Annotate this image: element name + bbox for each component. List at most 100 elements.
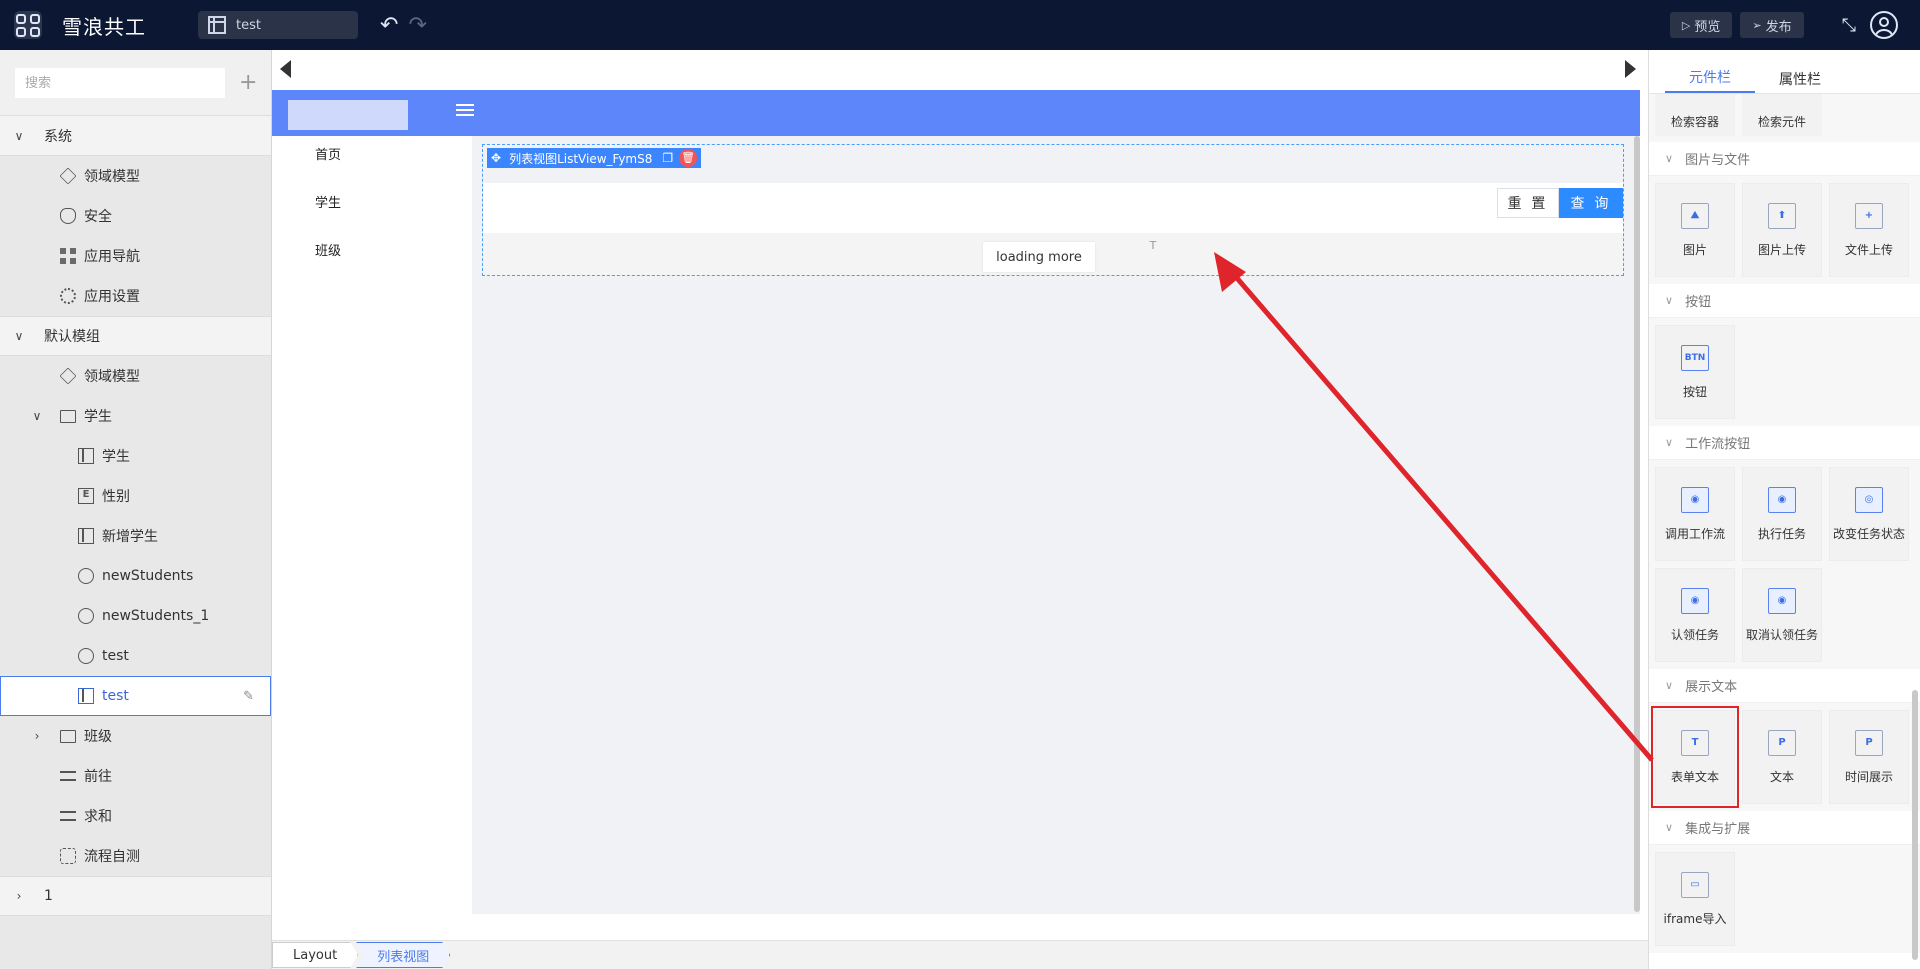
listview-toolbar: ✥ 列表视图ListView_FymS8 ❐ 🗑 (487, 148, 702, 168)
chevron-down-icon: ∨ (14, 329, 24, 343)
top-bar: 雪浪共工 test ↶ ↷ ▷ 预览 ➢ 发布 ⤡ (0, 0, 1920, 50)
tree-item-flow-test[interactable]: 流程自测 (0, 836, 271, 876)
tree-item-add-student[interactable]: 新增学生 (0, 516, 271, 556)
component-execute-task[interactable]: ◉ 执行任务 (1742, 467, 1822, 561)
group-workflow-button[interactable]: ∨ 工作流按钮 (1649, 426, 1920, 460)
tree-item-gender-enum[interactable]: E 性别 (0, 476, 271, 516)
tree-group-default-module[interactable]: ∨ 默认模组 (0, 316, 271, 356)
component-label: 执行任务 (1757, 526, 1806, 541)
component-iframe[interactable]: ▭ iframe导入 (1655, 852, 1735, 946)
apps-grid-icon[interactable] (14, 11, 42, 39)
group-button-grid: BTN 按钮 (1649, 318, 1920, 426)
component-call-workflow[interactable]: ◉ 调用工作流 (1655, 467, 1735, 561)
component-form-text[interactable]: T 表单文本 (1651, 706, 1739, 808)
tab-components[interactable]: 元件栏 (1665, 67, 1755, 93)
tree-item-app-settings[interactable]: 应用设置 (0, 276, 271, 316)
side-menu-student[interactable]: 学生 (272, 184, 472, 232)
tree-search-input[interactable] (15, 67, 225, 98)
tree-item-newstudents-1[interactable]: newStudents_1 (0, 596, 271, 636)
tree-item-sum[interactable]: 求和 (0, 796, 271, 836)
tree-group-1[interactable]: › 1 (0, 876, 271, 916)
tree-item-domain-model[interactable]: 领域模型 (0, 156, 271, 196)
reset-button[interactable]: 重 置 (1497, 188, 1559, 218)
component-search-element[interactable]: 检索元件 (1742, 94, 1822, 136)
tree-item-label: newStudents (102, 568, 194, 584)
tree-item-test-logic[interactable]: test (0, 636, 271, 676)
side-menu-class[interactable]: 班级 (272, 232, 472, 280)
loading-more-tooltip: loading more (983, 242, 1095, 272)
component-image-upload[interactable]: ⬆ 图片上传 (1742, 183, 1822, 277)
tree-item-app-nav[interactable]: 应用导航 (0, 236, 271, 276)
component-text[interactable]: P 文本 (1742, 710, 1822, 804)
component-file-upload[interactable]: + 文件上传 (1829, 183, 1909, 277)
group-integration[interactable]: ∨ 集成与扩展 (1649, 811, 1920, 845)
component-label: 文本 (1769, 769, 1794, 784)
tree-folder-class[interactable]: › 班级 (0, 716, 271, 756)
tree-item-goto[interactable]: 前往 (0, 756, 271, 796)
chevron-right-icon: › (34, 729, 40, 743)
tree-group-label: 默认模组 (44, 329, 100, 345)
preview-button[interactable]: ▷ 预览 (1669, 12, 1733, 38)
tree-item-module-domain-model[interactable]: 领域模型 (0, 356, 271, 396)
workflow-icon: ◉ (1768, 587, 1796, 614)
workflow-icon: ◉ (1768, 486, 1796, 513)
listview-component[interactable]: ✥ 列表视图ListView_FymS8 ❐ 🗑 重 置 查 询 T 数据内容区… (482, 144, 1624, 276)
component-image[interactable]: ⛰ 图片 (1655, 183, 1735, 277)
scroll-left-icon[interactable] (280, 60, 291, 78)
component-time-display[interactable]: P 时间展示 (1829, 710, 1909, 804)
form-text-icon: T (1681, 729, 1709, 756)
chevron-right-icon: › (16, 889, 22, 903)
component-change-task-status[interactable]: ◎ 改变任务状态 (1829, 467, 1909, 561)
tree-item-security[interactable]: 安全 (0, 196, 271, 236)
query-button[interactable]: 查 询 (1559, 188, 1623, 218)
publish-button[interactable]: ➢ 发布 (1740, 12, 1804, 38)
page-tab[interactable]: test (198, 11, 358, 39)
preview-side-menu: 首页 学生 班级 (272, 136, 472, 914)
edit-pencil-icon[interactable]: ✎ (243, 689, 254, 704)
publish-label: 发布 (1765, 19, 1792, 35)
delete-icon[interactable]: 🗑 (679, 149, 698, 167)
component-label: 取消认领任务 (1745, 627, 1818, 642)
scroll-right-icon[interactable] (1625, 60, 1636, 78)
move-icon[interactable]: ✥ (491, 151, 501, 165)
breadcrumb: Layout 列表视图 (272, 940, 1648, 969)
component-button[interactable]: BTN 按钮 (1655, 325, 1735, 419)
redo-icon[interactable]: ↷ (408, 13, 426, 38)
cube-icon (59, 167, 77, 185)
undo-icon[interactable]: ↶ (380, 13, 398, 38)
tree-item-student-page[interactable]: 学生 (0, 436, 271, 476)
tree-item-label: 前往 (84, 769, 112, 785)
canvas-scrollbar[interactable] (1634, 136, 1640, 912)
tree-group-system[interactable]: ∨ 系统 (0, 116, 271, 156)
component-label: 改变任务状态 (1832, 526, 1905, 541)
group-button[interactable]: ∨ 按钮 (1649, 284, 1920, 318)
left-tree-panel: + ∨ 系统 领域模型 安全 应用导航 应用设置 ∨ 默认模组 领域模型 ∨ 学… (0, 50, 272, 969)
group-display-text[interactable]: ∨ 展示文本 (1649, 669, 1920, 703)
breadcrumb-layout[interactable]: Layout (272, 942, 358, 968)
component-claim-task[interactable]: ◉ 认领任务 (1655, 568, 1735, 662)
tree-item-test-page-selected[interactable]: test ✎ (0, 676, 271, 716)
brand-title: 雪浪共工 (62, 14, 146, 39)
tree-folder-student[interactable]: ∨ 学生 (0, 396, 271, 436)
component-unclaim-task[interactable]: ◉ 取消认领任务 (1742, 568, 1822, 662)
collapse-icon[interactable]: ⤡ (1842, 15, 1856, 36)
panel-scrollbar[interactable] (1912, 690, 1918, 960)
tree-item-label: 应用设置 (84, 289, 140, 305)
side-menu-home[interactable]: 首页 (272, 136, 472, 184)
tree-item-newstudents[interactable]: newStudents (0, 556, 271, 596)
iframe-icon: ▭ (1681, 871, 1709, 898)
add-icon[interactable]: + (239, 70, 257, 95)
group-image-file[interactable]: ∨ 图片与文件 (1649, 142, 1920, 176)
breadcrumb-listview[interactable]: 列表视图 (356, 942, 450, 968)
logo-placeholder (288, 100, 408, 130)
chevron-down-icon: ∨ (14, 128, 24, 143)
user-avatar-icon[interactable] (1870, 11, 1898, 39)
canvas-scroll-nav (272, 50, 1648, 90)
copy-icon[interactable]: ❐ (662, 151, 673, 165)
image-upload-icon: ⬆ (1768, 202, 1796, 229)
component-label: 图片 (1682, 242, 1707, 257)
component-search-container[interactable]: 检索容器 (1655, 94, 1735, 136)
component-label: 调用工作流 (1664, 526, 1725, 541)
menu-fold-icon[interactable] (456, 104, 474, 120)
tab-properties[interactable]: 属性栏 (1755, 69, 1845, 93)
